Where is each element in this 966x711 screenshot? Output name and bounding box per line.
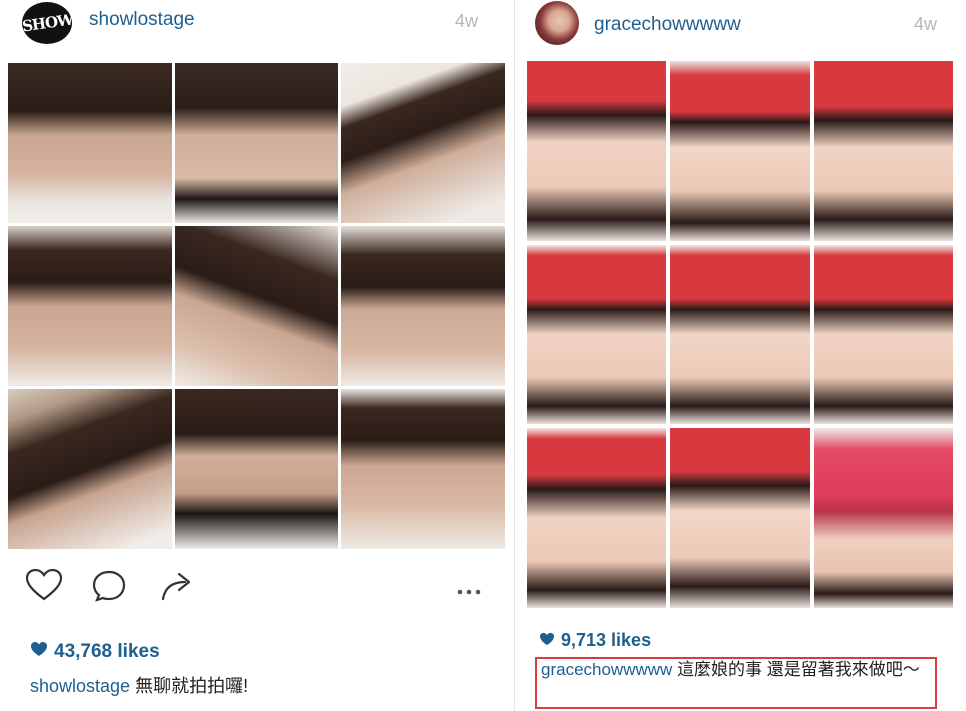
photo-tile bbox=[174, 63, 339, 223]
likes-text: 43,768 likes bbox=[54, 641, 160, 662]
photo-tile bbox=[8, 226, 172, 386]
photo-tile bbox=[670, 428, 810, 608]
likes-text: 9,713 likes bbox=[561, 630, 652, 650]
caption-text: 無聊就拍拍囉! bbox=[135, 676, 249, 696]
post-showlostage: SHOW showlostage 4w 43,768 likes showlos… bbox=[0, 0, 514, 711]
caption: showlostage 無聊就拍拍囉! bbox=[30, 675, 500, 698]
likes-heart-icon bbox=[539, 630, 555, 651]
post-header: SHOW showlostage 4w bbox=[0, 0, 514, 50]
like-heart-icon[interactable] bbox=[25, 568, 63, 607]
username[interactable]: showlostage bbox=[89, 9, 195, 31]
timestamp: 4w bbox=[914, 14, 938, 34]
photo-tile bbox=[527, 244, 667, 425]
photo-tile bbox=[527, 428, 667, 608]
photo-tile bbox=[174, 226, 339, 386]
photo-tile bbox=[670, 244, 810, 425]
caption-username[interactable]: showlostage bbox=[30, 676, 130, 696]
photo-tile bbox=[813, 244, 953, 425]
post-gracechowwwww: gracechowwwww 4w 9,713 likes gracechowww… bbox=[514, 0, 966, 711]
photo-tile bbox=[341, 226, 505, 386]
likes-heart-icon bbox=[30, 641, 48, 663]
avatar-logo-text: SHOW bbox=[22, 10, 72, 36]
photo-tile bbox=[8, 389, 172, 549]
timestamp: 4w bbox=[455, 11, 479, 31]
photo-tile bbox=[8, 63, 172, 223]
likes-count[interactable]: 9,713 likes bbox=[539, 630, 651, 651]
photo-tile bbox=[527, 61, 667, 241]
likes-count[interactable]: 43,768 likes bbox=[30, 641, 160, 663]
photo-grid[interactable] bbox=[8, 63, 505, 549]
photo-tile bbox=[670, 61, 810, 241]
post-header: gracechowwwww 4w bbox=[515, 0, 966, 50]
avatar[interactable]: SHOW bbox=[22, 2, 72, 44]
username[interactable]: gracechowwwww bbox=[594, 14, 741, 36]
photo-tile bbox=[813, 428, 953, 608]
action-bar bbox=[25, 568, 495, 604]
photo-grid[interactable] bbox=[527, 61, 953, 608]
photo-tile bbox=[813, 61, 953, 241]
photo-tile bbox=[341, 63, 505, 223]
photo-tile bbox=[174, 389, 339, 549]
comment-bubble-icon[interactable] bbox=[91, 569, 127, 608]
caption-text: 這麼娘的事 還是留著我來做吧～ bbox=[677, 660, 920, 679]
photo-tile bbox=[341, 389, 505, 549]
caption: gracechowwwww 這麼娘的事 還是留著我來做吧～ bbox=[541, 659, 931, 680]
caption-username[interactable]: gracechowwwww bbox=[541, 660, 672, 679]
avatar[interactable] bbox=[535, 1, 579, 45]
more-options-icon[interactable] bbox=[457, 582, 481, 600]
share-arrow-icon[interactable] bbox=[159, 569, 195, 608]
